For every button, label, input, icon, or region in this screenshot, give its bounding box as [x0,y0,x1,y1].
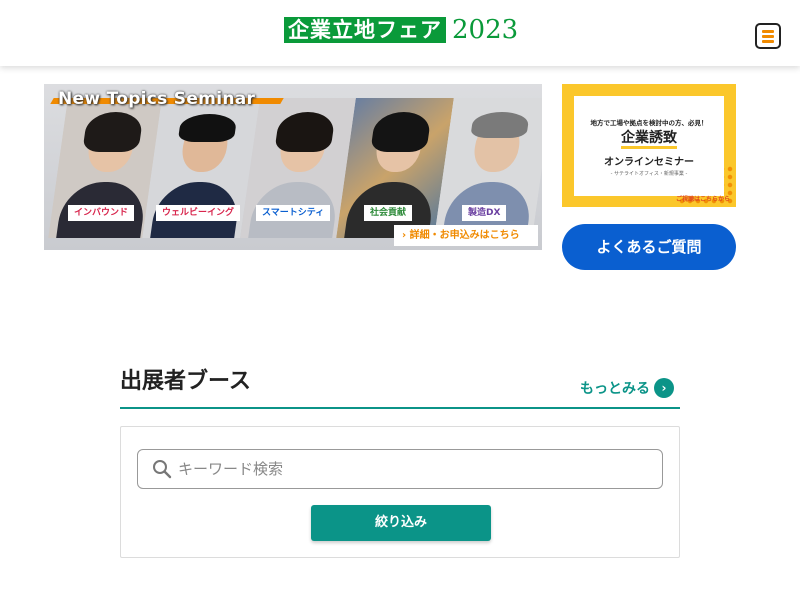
search-input[interactable] [178,450,648,488]
topic-tag-manufacturing: 製造DX [462,205,507,221]
search-box[interactable] [137,449,663,489]
site-header: 企業立地フェア 2023 [0,0,800,66]
corporate-banner-link[interactable]: ご視聴はこちらから [676,194,730,203]
search-card: 絞り込み [120,426,680,558]
logo-year: 2023 [452,15,519,45]
section-divider [120,407,680,409]
seminar-title: New Topics Seminar [58,89,256,109]
logo-text: 企業立地フェア [284,17,446,43]
topic-tag-smartcity: スマートシティ [256,205,331,221]
chevron-right-icon: › [654,378,674,398]
search-icon [153,460,172,479]
seminar-apply-link[interactable]: › 詳細・お申込みはこちら [394,225,538,246]
more-link-label: もっとみる [580,381,650,397]
topic-tag-social: 社会貢献 [364,205,413,221]
hamburger-icon[interactable] [755,23,781,49]
topic-tag-wellbeing: ウェルビーイング [156,205,241,221]
corporate-banner-subtitle: オンラインセミナー [604,157,694,168]
corporate-banner-lead: 地方で工場や拠点を検討中の方、必見！ [590,119,708,127]
topic-tag-inbound: インバウンド [68,205,135,221]
filter-button[interactable]: 絞り込み [311,505,491,541]
more-link[interactable]: もっとみる › [580,378,674,398]
corporate-banner-title: 企業誘致 [621,130,677,149]
site-logo[interactable]: 企業立地フェア 2023 [284,16,518,44]
corporate-banner-note: - サテライトオフィス・新規事業 - [610,171,688,177]
corporate-banner-card: 地方で工場や拠点を検討中の方、必見！ 企業誘致 オンラインセミナー - サテライ… [574,96,724,196]
section-title: 出展者ブース [120,369,251,394]
faq-button[interactable]: よくあるご質問 [562,224,736,270]
seminar-banner[interactable]: New Topics Seminar インバウンド ウェルビーイング スマートシ… [44,84,542,250]
corporate-seminar-banner[interactable]: 地方で工場や拠点を検討中の方、必見！ 企業誘致 オンラインセミナー - サテライ… [562,84,736,207]
